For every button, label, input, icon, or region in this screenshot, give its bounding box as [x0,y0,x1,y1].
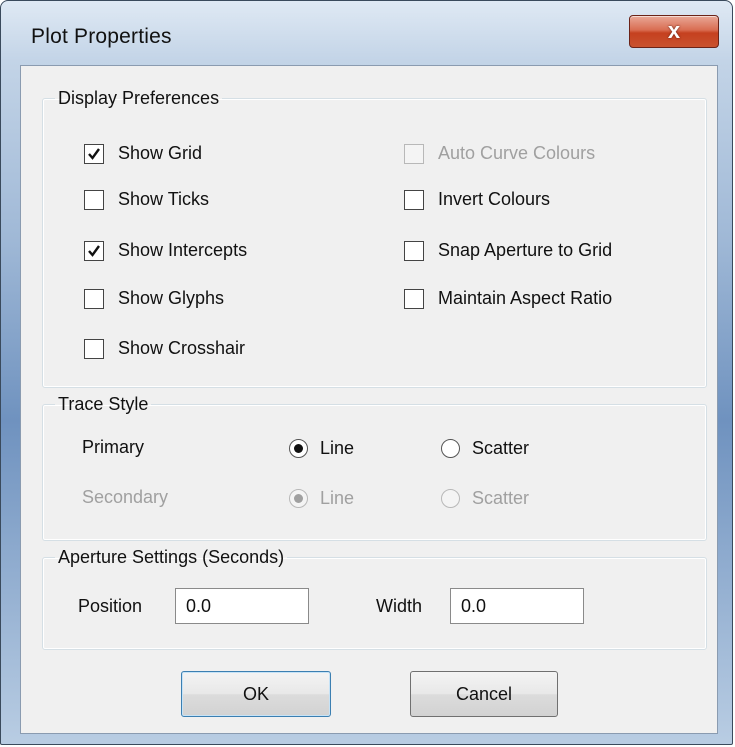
checkbox-box[interactable] [84,240,104,261]
width-input[interactable]: 0.0 [450,588,584,624]
checkmark-icon [88,147,100,160]
checkbox-label: Auto Curve Colours [438,143,596,163]
position-input[interactable]: 0.0 [175,588,309,624]
cancel-button[interactable]: Cancel [410,671,558,717]
checkbox-box[interactable] [404,288,424,309]
checkbox-label: Show Grid [118,143,203,163]
ok-button[interactable]: OK [181,671,331,717]
primary-label: Primary [82,437,144,457]
dialog-client-area: Display Preferences Show Grid Show Ticks… [20,65,718,734]
radio-label: Line [320,488,355,508]
trace-style-group: Trace Style [42,394,707,541]
position-label: Position [78,596,143,616]
checkbox-box[interactable] [404,189,424,210]
checkbox-box[interactable] [84,189,104,210]
aperture-settings-legend: Aperture Settings (Seconds) [58,547,285,567]
window-title: Plot Properties [31,25,172,48]
primary-line-radio[interactable]: Line [289,438,354,459]
radio-dot [289,489,308,508]
show-ticks-checkbox[interactable]: Show Ticks [84,189,209,210]
checkbox-label: Snap Aperture to Grid [438,240,613,260]
radio-label: Scatter [472,488,530,508]
checkbox-box[interactable] [404,240,424,261]
radio-dot[interactable] [441,439,460,458]
close-button[interactable]: x [629,15,719,48]
width-label: Width [376,596,423,616]
show-glyphs-checkbox[interactable]: Show Glyphs [84,288,224,309]
show-grid-checkbox[interactable]: Show Grid [84,143,202,164]
checkbox-box [404,143,424,164]
plot-properties-window: Plot Properties x Display Preferences Sh… [0,0,733,745]
checkbox-label: Show Intercepts [118,240,248,260]
checkbox-label: Invert Colours [438,189,551,209]
radio-label: Scatter [472,438,530,458]
checkbox-box[interactable] [84,143,104,164]
checkbox-label: Show Crosshair [118,338,246,358]
auto-curve-colours-checkbox: Auto Curve Colours [404,143,595,164]
show-intercepts-checkbox[interactable]: Show Intercepts [84,240,247,261]
secondary-line-radio: Line [289,488,354,509]
show-crosshair-checkbox[interactable]: Show Crosshair [84,338,245,359]
display-preferences-legend: Display Preferences [58,88,220,108]
maintain-aspect-ratio-checkbox[interactable]: Maintain Aspect Ratio [404,288,612,309]
checkbox-label: Show Ticks [118,189,210,209]
checkbox-box[interactable] [84,338,104,359]
radio-dot[interactable] [289,439,308,458]
secondary-label: Secondary [82,487,169,507]
checkbox-label: Maintain Aspect Ratio [438,288,613,308]
radio-label: Line [320,438,355,458]
checkbox-label: Show Glyphs [118,288,225,308]
secondary-scatter-radio: Scatter [441,488,529,509]
close-icon: x [667,18,681,43]
checkbox-box[interactable] [84,288,104,309]
primary-scatter-radio[interactable]: Scatter [441,438,529,459]
checkmark-icon [88,244,100,257]
invert-colours-checkbox[interactable]: Invert Colours [404,189,550,210]
trace-style-legend: Trace Style [58,394,149,414]
radio-dot [441,489,460,508]
snap-aperture-to-grid-checkbox[interactable]: Snap Aperture to Grid [404,240,612,261]
